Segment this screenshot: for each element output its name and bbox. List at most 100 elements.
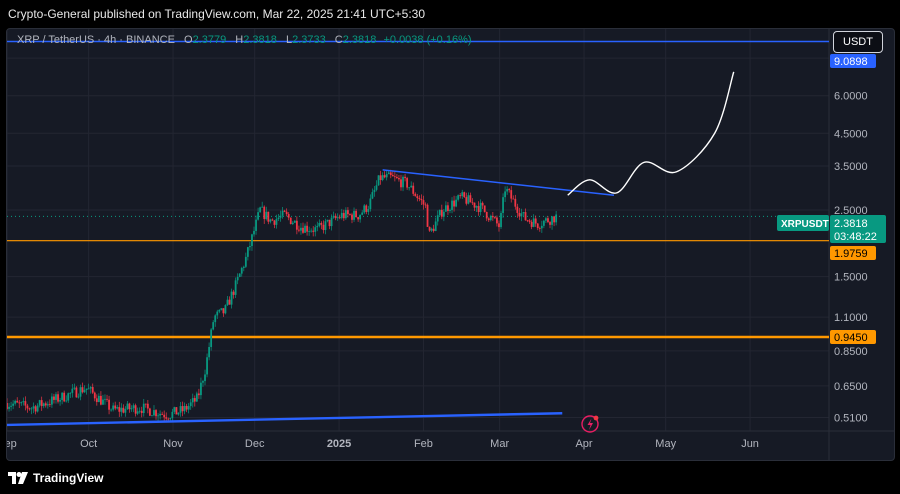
low-value: 2.3733 [292, 34, 326, 46]
candle-body [195, 393, 198, 402]
candle-body [226, 299, 229, 306]
candle-body [104, 398, 106, 400]
candle-body [175, 407, 178, 415]
open-label: O [184, 34, 193, 46]
symbol-info-line: XRP / TetherUS · 4h · BINANCE O2.3779 H2… [17, 34, 472, 46]
candle-body [197, 393, 200, 396]
y-tick-label: 0.5100 [834, 413, 868, 425]
open-value: 2.3779 [192, 34, 227, 46]
candle-body [555, 214, 558, 223]
candle-body [61, 392, 64, 400]
candle-body [157, 415, 159, 417]
candle-body [114, 405, 117, 409]
bottom-bar: TradingView [0, 462, 900, 494]
trendlines[interactable] [7, 169, 615, 427]
descending-trendline[interactable] [382, 169, 615, 196]
candle-body [238, 273, 241, 277]
candle-body [522, 212, 525, 214]
candle-body [193, 398, 196, 402]
candle-body [124, 409, 127, 413]
candle-body [236, 276, 239, 281]
candle-body [357, 217, 360, 220]
candle-body [410, 185, 413, 188]
candle-body [512, 198, 515, 200]
high-value: 2.3818 [243, 34, 277, 46]
y-tick-label: 6.0000 [834, 91, 868, 103]
tradingview-logo[interactable]: TradingView [8, 471, 103, 485]
candle-body [483, 205, 486, 212]
chart-panel[interactable]: XRP / TetherUS · 4h · BINANCE O2.3779 H2… [6, 28, 895, 461]
candle-body [377, 175, 380, 186]
candle-body [285, 211, 288, 215]
candle-body [516, 206, 519, 213]
price-chart[interactable]: 8.00006.00004.50003.50002.50001.50001.10… [7, 29, 894, 460]
candle-body [12, 403, 15, 406]
horizontal-lines[interactable] [7, 40, 829, 339]
candle-body [430, 228, 433, 231]
candle-body [322, 224, 325, 231]
candle-body [318, 222, 321, 226]
candle-body [314, 227, 317, 232]
support-upper-text: 1.9759 [834, 248, 868, 260]
candle-body [416, 196, 419, 199]
candle-body [202, 381, 204, 383]
grid-lines [7, 29, 829, 431]
candle-body [330, 217, 333, 227]
candle-body [244, 256, 247, 267]
candle-body [183, 405, 186, 412]
candle-body [230, 291, 233, 305]
candle-body [136, 411, 139, 414]
candle-body [34, 406, 37, 412]
candle-body [267, 211, 270, 222]
candle-body [228, 299, 231, 305]
candle-body [408, 187, 411, 189]
candle-body [81, 387, 84, 393]
candle-body [524, 212, 527, 221]
candle-body [373, 189, 376, 193]
candle-body [434, 221, 437, 232]
close-label: C [334, 34, 343, 46]
candle-body [471, 202, 474, 204]
candle-body [304, 225, 306, 233]
candle-body [173, 407, 176, 412]
candle-body [261, 206, 264, 208]
candle-body [177, 412, 180, 415]
candle-body [387, 172, 390, 175]
candle-body [73, 387, 76, 389]
candle-body [534, 218, 537, 224]
candle-body [7, 403, 8, 409]
candle-body [310, 230, 313, 232]
candle-body [359, 214, 362, 220]
y-tick-label: 1.5000 [834, 272, 868, 284]
candle-body [469, 195, 472, 203]
candle-body [324, 221, 327, 231]
candle-body [57, 394, 59, 402]
candle-body [381, 175, 384, 181]
candle-body [493, 217, 496, 219]
candle-body [477, 206, 480, 212]
candle-body [506, 189, 509, 192]
symbol-name[interactable]: XRP / TetherUS · 4h · BINANCE [17, 34, 175, 46]
candle-body [122, 407, 125, 413]
candle-body [118, 407, 121, 412]
candle-body [275, 219, 278, 225]
candle-body [300, 227, 302, 231]
candle-body [379, 175, 382, 181]
currency-button[interactable]: USDT [833, 31, 883, 53]
candle-body [110, 409, 113, 411]
candle-body [20, 402, 23, 404]
y-tick-label: 4.5000 [834, 128, 868, 140]
candle-body [396, 176, 398, 178]
candle-body [353, 210, 355, 220]
candle-body [55, 394, 57, 400]
candle-body [128, 403, 131, 410]
ticker-tag-text: XRPUSDT [781, 219, 829, 230]
candle-body [447, 205, 449, 211]
candle-body [257, 212, 259, 220]
candle-body [451, 200, 453, 210]
ascending-trendline[interactable] [7, 412, 563, 427]
candle-body [363, 205, 366, 213]
candle-body [246, 247, 249, 257]
candle-body [204, 374, 206, 382]
time-axis[interactable]: Sep Oct Nov Dec 2025 Feb Mar Apr May Jun [7, 438, 759, 450]
